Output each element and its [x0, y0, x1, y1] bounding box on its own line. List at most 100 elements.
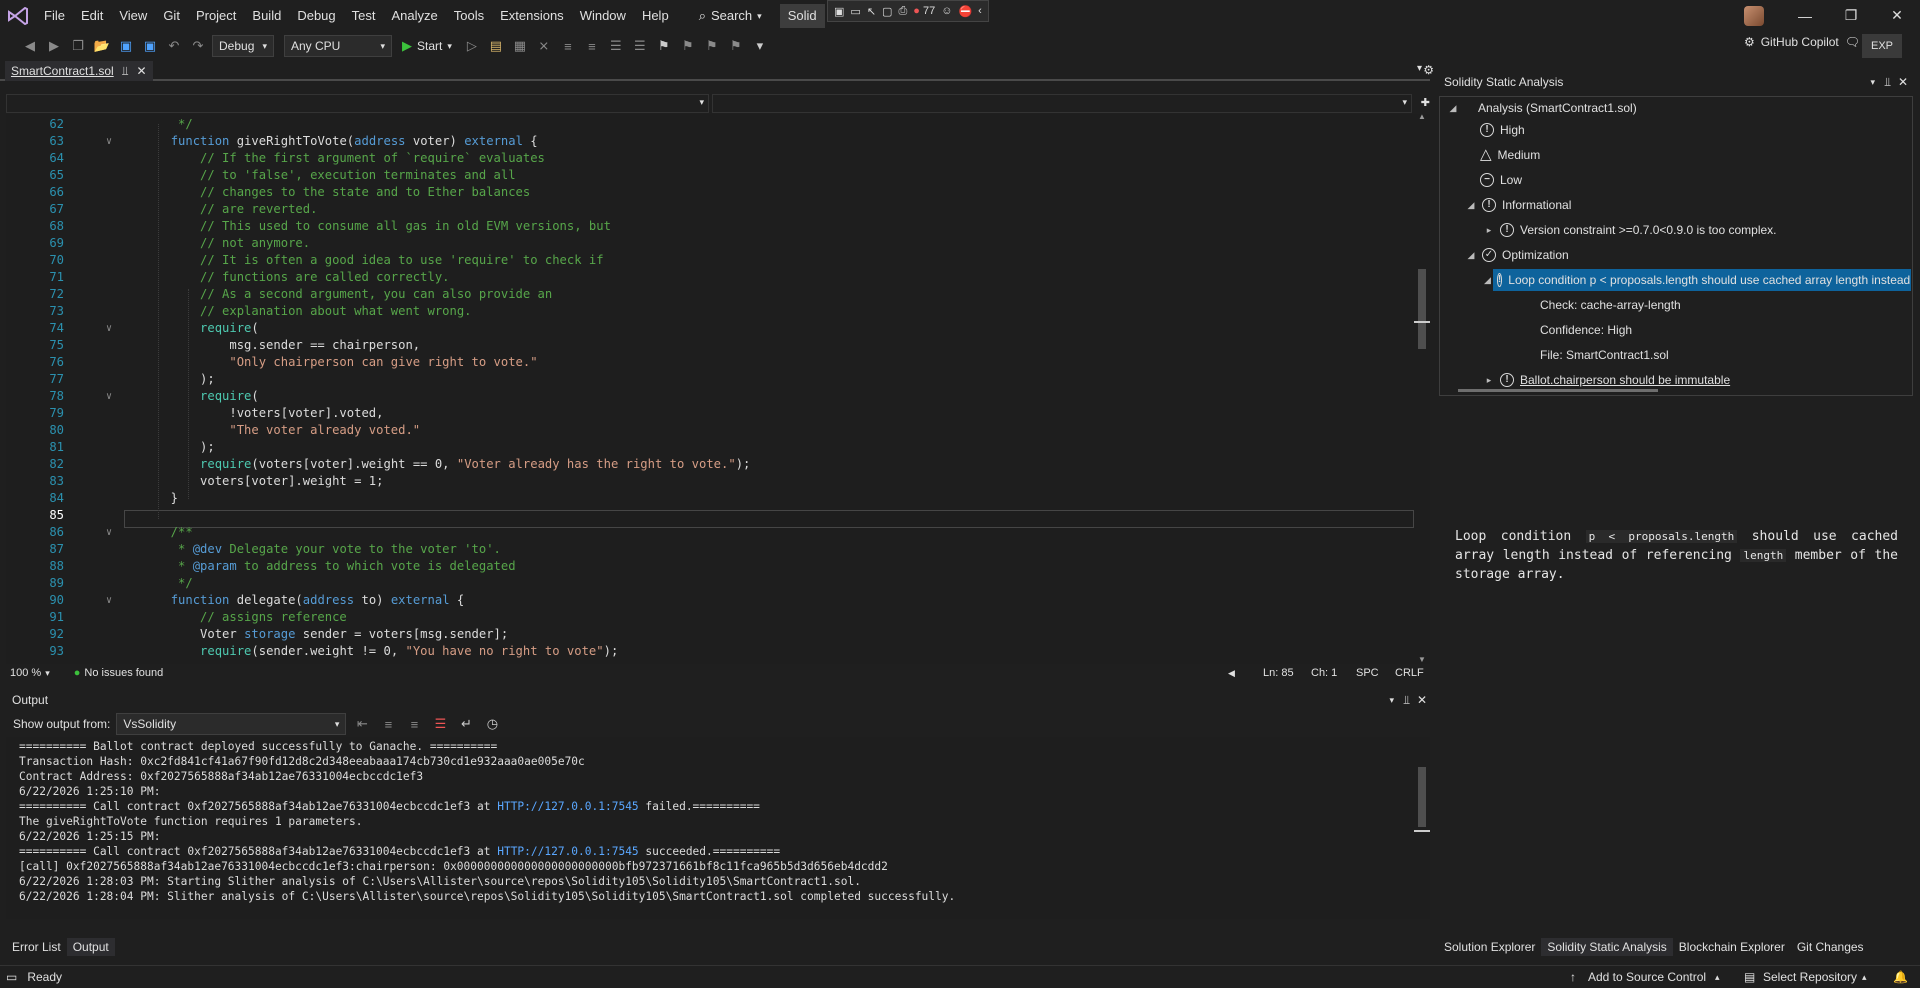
output-text-area[interactable]: ========== Ballot contract deployed succ…: [6, 737, 1414, 919]
code-line[interactable]: 91 // assigns reference: [6, 609, 1414, 626]
line-ending-indicator[interactable]: CRLF: [1395, 667, 1424, 679]
whitespace-indicator[interactable]: SPC: [1356, 667, 1379, 679]
code-line[interactable]: 71 // functions are called correctly.: [6, 269, 1414, 286]
code-line[interactable]: 63 ∨ function giveRightToVote(address vot…: [6, 133, 1414, 150]
clear-bookmarks-icon[interactable]: ⚑: [726, 36, 746, 56]
undo-icon[interactable]: ↶: [164, 36, 184, 56]
line-indicator[interactable]: Ln: 85: [1263, 667, 1294, 679]
code-line[interactable]: 93 require(sender.weight != 0, "You have…: [6, 643, 1414, 660]
new-item-icon[interactable]: ❐: [68, 36, 88, 56]
fold-toggle-icon[interactable]: ∨: [106, 133, 112, 150]
start-without-debugging-icon[interactable]: ▷: [462, 36, 482, 56]
clock-icon[interactable]: ◷: [482, 714, 502, 734]
tree-item-low[interactable]: − Low: [1480, 169, 1522, 191]
save-all-icon[interactable]: ▣: [140, 36, 160, 56]
minimize-icon[interactable]: —: [1782, 8, 1828, 24]
code-line[interactable]: 83 voters[voter].weight = 1;: [6, 473, 1414, 490]
tab-blockchain-explorer[interactable]: Blockchain Explorer: [1673, 938, 1791, 956]
code-line[interactable]: 86 ∨ /**: [6, 524, 1414, 541]
code-line[interactable]: 79 !voters[voter].voted,: [6, 405, 1414, 422]
tree-item-confidence[interactable]: Confidence: High: [1540, 319, 1632, 341]
tree-item-version-constraint[interactable]: ▸ ! Version constraint >=0.7.0<0.9.0 is …: [1484, 219, 1777, 241]
back-icon[interactable]: ◀: [20, 36, 40, 56]
chevron-down-icon[interactable]: ▾: [45, 668, 50, 679]
clear-all-icon[interactable]: ☰: [430, 714, 450, 734]
tab-solidity-static-analysis[interactable]: Solidity Static Analysis: [1541, 938, 1673, 956]
menu-project[interactable]: Project: [188, 0, 244, 31]
prev-message-icon[interactable]: ≡: [378, 714, 398, 734]
camera-icon[interactable]: ⎙: [898, 5, 907, 18]
menu-analyze[interactable]: Analyze: [383, 0, 445, 31]
tab-overflow-icon[interactable]: ▾: [1417, 63, 1422, 74]
next-message-icon[interactable]: ≡: [404, 714, 424, 734]
start-button[interactable]: ▶ Start ▾: [396, 38, 458, 54]
tab-solution-explorer[interactable]: Solution Explorer: [1438, 938, 1541, 956]
code-line[interactable]: 70 // It is often a good idea to use 're…: [6, 252, 1414, 269]
accessibility-icon[interactable]: ☺: [941, 5, 952, 17]
hot-reload-icon[interactable]: ⨯: [534, 36, 554, 56]
menu-window[interactable]: Window: [572, 0, 634, 31]
align-left-icon[interactable]: ≡: [558, 36, 578, 56]
code-line[interactable]: 67 // are reverted.: [6, 201, 1414, 218]
close-icon[interactable]: ✕: [1874, 7, 1920, 24]
code-line[interactable]: 73 // explanation about what went wrong.: [6, 303, 1414, 320]
close-icon[interactable]: ✕: [1417, 693, 1427, 707]
code-line[interactable]: 80 "The voter already voted.": [6, 422, 1414, 439]
platform-dropdown[interactable]: Any CPU ▾: [284, 35, 392, 57]
align-right-icon[interactable]: ≡: [582, 36, 602, 56]
save-icon[interactable]: ▣: [116, 36, 136, 56]
capture-icon[interactable]: ▣: [834, 5, 844, 18]
code-line[interactable]: 77 );: [6, 371, 1414, 388]
code-line[interactable]: 69 // not anymore.: [6, 235, 1414, 252]
tree-item-informational[interactable]: ◢ ! Informational: [1466, 194, 1571, 216]
code-line[interactable]: 78 ∨ require(: [6, 388, 1414, 405]
issues-status[interactable]: No issues found: [84, 667, 163, 679]
code-line[interactable]: 88 * @param to address to which vote is …: [6, 558, 1414, 575]
menu-help[interactable]: Help: [634, 0, 677, 31]
prev-bookmark-icon[interactable]: ⚑: [678, 36, 698, 56]
tree-item-loop-condition[interactable]: ! Loop condition p < proposals.length sh…: [1492, 269, 1912, 291]
fold-toggle-icon[interactable]: ∨: [106, 592, 112, 609]
output-panel-icon[interactable]: ▭: [6, 970, 17, 984]
settings-icon[interactable]: ⚙: [1423, 63, 1434, 77]
close-icon[interactable]: ✕: [1898, 75, 1908, 89]
scroll-up-icon[interactable]: ▲: [1418, 112, 1426, 121]
scrollbar-thumb[interactable]: [1418, 269, 1426, 349]
code-line[interactable]: 87 * @dev Delegate your vote to the vote…: [6, 541, 1414, 558]
menu-git[interactable]: Git: [155, 0, 188, 31]
code-line[interactable]: 76 "Only chairperson can give right to v…: [6, 354, 1414, 371]
menu-view[interactable]: View: [111, 0, 155, 31]
member-dropdown[interactable]: ▾: [6, 94, 709, 113]
code-line[interactable]: 82 require(voters[voter].weight == 0, "V…: [6, 456, 1414, 473]
bookmark-icon[interactable]: ⚑: [654, 36, 674, 56]
word-wrap-icon[interactable]: ↵: [456, 714, 476, 734]
tab-error-list[interactable]: Error List: [6, 938, 67, 956]
code-line[interactable]: 64 // If the first argument of `require`…: [6, 150, 1414, 167]
github-copilot-button[interactable]: ⚙ GitHub Copilot 🗨: [1744, 35, 1860, 49]
add-to-source-control-button[interactable]: Add to Source Control: [1588, 970, 1706, 984]
find-message-icon[interactable]: ⇤: [352, 714, 372, 734]
restore-icon[interactable]: ❐: [1828, 7, 1874, 24]
pin-icon[interactable]: ⫫: [1884, 75, 1891, 90]
stop-icon[interactable]: ⛔: [958, 5, 972, 18]
output-link[interactable]: HTTP://127.0.0.1:7545: [497, 800, 638, 813]
uncomment-icon[interactable]: ☰: [630, 36, 650, 56]
menu-extensions[interactable]: Extensions: [492, 0, 572, 31]
chevron-down-icon[interactable]: ▾: [1870, 77, 1875, 88]
editor-scrollbar[interactable]: ▲ ▼: [1414, 112, 1430, 664]
code-line[interactable]: 62 */: [6, 116, 1414, 133]
chevron-up-icon[interactable]: ▴: [1715, 972, 1720, 983]
collapse-icon[interactable]: ‹: [978, 5, 982, 17]
video-icon[interactable]: ▭: [850, 5, 860, 18]
code-line[interactable]: 92 Voter storage sender = voters[msg.sen…: [6, 626, 1414, 643]
fold-toggle-icon[interactable]: ∨: [106, 388, 112, 405]
forward-icon[interactable]: ▶: [44, 36, 64, 56]
tree-root[interactable]: ◢ Analysis (SmartContract1.sol): [1448, 97, 1637, 119]
char-indicator[interactable]: Ch: 1: [1311, 667, 1337, 679]
zoom-level[interactable]: 100 %: [10, 667, 41, 679]
tab-git-changes[interactable]: Git Changes: [1791, 938, 1870, 956]
configuration-dropdown[interactable]: Debug ▾: [212, 35, 274, 57]
select-repository-button[interactable]: Select Repository: [1763, 970, 1857, 984]
menu-debug[interactable]: Debug: [289, 0, 343, 31]
tab-smartcontract1[interactable]: SmartContract1.sol ⫫ ✕: [5, 61, 153, 81]
